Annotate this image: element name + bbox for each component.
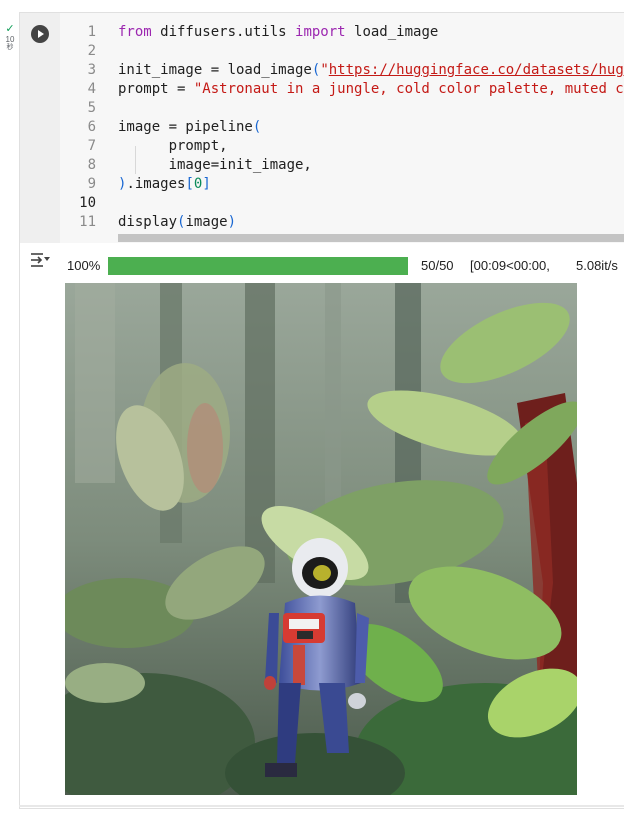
line-number: 5 xyxy=(87,100,96,116)
line-number: 3 xyxy=(87,62,96,78)
progress-bar xyxy=(108,257,408,275)
progress-bar-fill xyxy=(108,257,408,275)
indent-guide xyxy=(135,146,136,174)
line-number: 4 xyxy=(87,81,96,97)
check-icon: ✓ xyxy=(5,23,15,35)
code-text[interactable]: image = pipeline( xyxy=(118,118,261,137)
line-number: 11 xyxy=(79,214,96,230)
line-number: 10 xyxy=(79,195,96,211)
code-token: ) xyxy=(227,214,237,230)
progress-elapsed: [00:09<00:00, xyxy=(470,258,550,273)
code-token: display xyxy=(118,214,178,230)
code-token: init_image = load_image xyxy=(118,62,312,78)
code-token: [ xyxy=(185,176,194,192)
progress-row: 100% 50/50 [00:09<00:00, 5.08it/s xyxy=(67,256,624,276)
code-text[interactable]: init_image = load_image("https://hugging… xyxy=(118,61,624,80)
line-number: 1 xyxy=(87,24,96,40)
code-token: ] xyxy=(202,176,211,192)
code-line[interactable]: 1 from diffusers.utils import load_image xyxy=(60,23,624,42)
code-line[interactable]: 2 xyxy=(60,42,624,61)
code-token: image = pipeline xyxy=(118,119,253,135)
code-token: https://huggingface.co/datasets/hugg xyxy=(328,62,624,78)
horizontal-scrollbar-thumb[interactable] xyxy=(118,234,624,242)
run-gutter xyxy=(20,13,60,243)
code-line[interactable]: 11 display(image) xyxy=(60,213,624,232)
cell-divider xyxy=(19,805,624,807)
line-number: 7 xyxy=(87,138,96,154)
code-line[interactable]: 7 prompt, xyxy=(60,137,624,156)
code-token: from xyxy=(118,24,152,40)
generated-image xyxy=(65,283,577,795)
code-text[interactable]: display(image) xyxy=(118,213,236,232)
code-text[interactable]: ).images[0] xyxy=(118,175,211,194)
code-line[interactable]: 3 init_image = load_image("https://huggin… xyxy=(60,61,624,80)
code-token: prompt = xyxy=(118,81,194,97)
line-number: 2 xyxy=(87,43,96,59)
code-token: import xyxy=(295,24,346,40)
line-number: 6 xyxy=(87,119,96,135)
code-token: diffusers.utils xyxy=(151,24,296,40)
code-token: ( xyxy=(252,119,262,135)
output-toggle-icon[interactable] xyxy=(29,250,51,270)
line-number: 9 xyxy=(87,176,96,192)
code-token: .images xyxy=(126,176,186,192)
progress-percent: 100% xyxy=(67,258,101,273)
progress-count: 50/50 xyxy=(421,258,454,273)
code-text[interactable]: prompt = "Astronaut in a jungle, cold co… xyxy=(118,80,624,99)
code-line[interactable]: 6 image = pipeline( xyxy=(60,118,624,137)
code-line[interactable]: 4 prompt = "Astronaut in a jungle, cold c… xyxy=(60,80,624,99)
code-token: image=init_image, xyxy=(118,157,312,173)
cell-execution-status: ✓ 10 秒 xyxy=(2,24,18,52)
play-icon xyxy=(38,30,44,38)
execution-time-unit: 秒 xyxy=(6,44,14,51)
code-text[interactable]: from diffusers.utils import load_image xyxy=(118,23,438,42)
line-number: 8 xyxy=(87,157,96,173)
code-line[interactable]: 5 xyxy=(60,99,624,118)
code-line[interactable]: 9 ).images[0] xyxy=(60,175,624,194)
progress-rate: 5.08it/s xyxy=(576,258,618,273)
code-token: " xyxy=(320,62,329,78)
code-line[interactable]: 10 xyxy=(60,194,624,213)
run-cell-button[interactable] xyxy=(31,25,49,43)
execution-time-value: 10 xyxy=(5,35,15,44)
code-token: image xyxy=(185,214,228,230)
code-token: "Astronaut in a jungle, cold color palet… xyxy=(193,81,624,97)
code-token: load_image xyxy=(345,24,439,40)
code-line[interactable]: 8 image=init_image, xyxy=(60,156,624,175)
code-text[interactable]: image=init_image, xyxy=(118,156,312,175)
